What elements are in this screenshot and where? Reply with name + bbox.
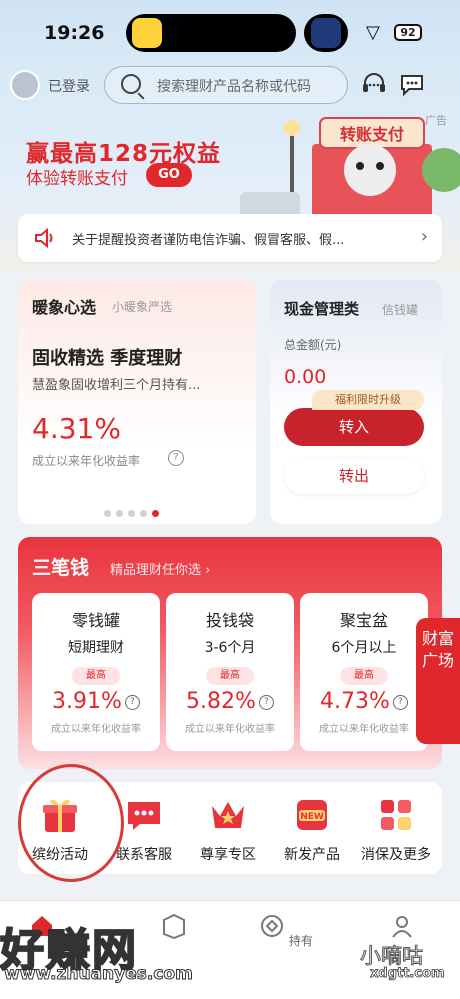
pot-desc: 3-6个月 — [204, 640, 256, 656]
featured-title: 暖象心选 — [32, 298, 97, 317]
holdings-icon — [261, 915, 284, 937]
dynamic-island — [126, 14, 296, 52]
carousel-dot[interactable] — [104, 510, 111, 517]
dynamic-island-right — [304, 14, 348, 52]
carousel-dot-active[interactable] — [152, 510, 159, 517]
pot-rate-label: 成立以来年化收益率 — [51, 724, 141, 735]
pot-name: 零钱罐 — [71, 611, 120, 630]
pot-rate: 3.91% — [52, 689, 122, 714]
help-icon[interactable]: ? — [258, 694, 274, 710]
chevron-right-icon: › — [420, 226, 428, 247]
wallet-icon — [311, 18, 341, 48]
user-icon — [392, 916, 412, 938]
shortcut-new-products[interactable]: NEW 新发产品 — [270, 796, 354, 864]
featured-tag: 小暖象严选 — [112, 300, 173, 314]
featured-rate-label: 成立以来年化收益率 — [32, 454, 141, 468]
watermark-side-url: xdgtt.com — [370, 966, 445, 982]
shortcut-vip[interactable]: 尊享专区 — [186, 796, 270, 864]
cash-total-label: 总金额(元) — [284, 338, 342, 352]
carousel-dot[interactable] — [128, 510, 135, 517]
customer-service-icon[interactable] — [360, 70, 388, 98]
ad-tag: 广告 — [425, 114, 447, 127]
pot-tag: 最高 — [72, 667, 120, 685]
app-icon — [132, 18, 162, 48]
featured-rate: 4.31% — [32, 412, 121, 445]
carousel-dot[interactable] — [116, 510, 123, 517]
shortcut-more[interactable]: 消保及更多 — [354, 796, 438, 864]
shortcut-label: 消保及更多 — [361, 847, 431, 863]
help-icon[interactable]: ? — [124, 694, 140, 710]
search-input[interactable]: 搜索理财产品名称或代码 — [104, 66, 348, 104]
search-placeholder: 搜索理财产品名称或代码 — [157, 79, 311, 95]
chat-icon — [128, 802, 160, 830]
pot-rate-label: 成立以来年化收益率 — [319, 724, 409, 735]
crown-icon — [212, 802, 244, 828]
nav-item-discover[interactable] — [128, 913, 220, 948]
three-pots-section: 三笔钱 精品理财任你选 › 零钱罐 短期理财 最高 3.91%? 成立以来年化收… — [18, 537, 442, 769]
go-button[interactable]: GO — [146, 163, 192, 187]
svg-text:NEW: NEW — [300, 812, 324, 822]
login-status[interactable]: 已登录 — [48, 76, 90, 96]
carousel-dots — [104, 502, 164, 521]
help-icon[interactable]: ? — [392, 694, 408, 710]
help-icon[interactable]: ? — [168, 450, 184, 466]
message-icon[interactable] — [398, 70, 426, 98]
pot-desc: 6个月以上 — [331, 640, 397, 656]
cash-management-card[interactable]: 现金管理类 信钱罐 总金额(元) 0.00 转入 福利限时升级 转出 — [270, 280, 442, 524]
pot-name: 聚宝盆 — [339, 611, 388, 630]
pot-card[interactable]: 投钱袋 3-6个月 最高 5.82%? 成立以来年化收益率 — [166, 593, 294, 751]
featured-product-name: 固收精选 季度理财 — [32, 348, 183, 369]
pot-rate-label: 成立以来年化收益率 — [185, 724, 275, 735]
discover-icon — [163, 913, 185, 940]
avatar[interactable] — [10, 70, 40, 100]
transfer-out-button[interactable]: 转出 — [284, 458, 424, 494]
wealth-plaza-tab[interactable]: 财富广场 — [416, 618, 460, 744]
nav-item-holdings[interactable]: 持有 — [240, 913, 332, 949]
promo-badge: 福利限时升级 — [312, 390, 424, 410]
battery-icon: 92 — [394, 24, 422, 41]
featured-product-desc: 慧盈象固收增利三个月持有... — [32, 378, 201, 393]
pot-card[interactable]: 聚宝盆 6个月以上 最高 4.73%? 成立以来年化收益率 — [300, 593, 428, 751]
pot-rate: 5.82% — [186, 689, 256, 714]
pot-rate: 4.73% — [320, 689, 390, 714]
hand-drawn-circle-annotation — [18, 764, 124, 882]
status-time: 19:26 — [44, 22, 105, 44]
banner-sign-text: 转账支付 — [340, 125, 404, 144]
cash-amount: 0.00 — [284, 366, 327, 388]
pot-tag: 最高 — [340, 667, 388, 685]
cash-title: 现金管理类 — [284, 300, 360, 318]
pot-card[interactable]: 零钱罐 短期理财 最高 3.91%? 成立以来年化收益率 — [32, 593, 160, 751]
grid-icon — [381, 800, 411, 830]
carousel-dot[interactable] — [140, 510, 147, 517]
notice-text: 关于提醒投资者谨防电信诈骗、假冒客服、假... — [72, 233, 345, 248]
three-pots-title: 三笔钱 — [32, 557, 90, 579]
pot-name: 投钱袋 — [205, 611, 254, 630]
watermark-url: www.zhuanyes.com — [4, 964, 194, 985]
new-icon: NEW — [297, 800, 327, 830]
three-pots-subtitle-link[interactable]: 精品理财任你选 › — [110, 559, 210, 578]
cash-tag: 信钱罐 — [382, 303, 419, 317]
transfer-in-button[interactable]: 转入 — [284, 408, 424, 446]
three-pots-subtitle: 精品理财任你选 — [110, 563, 202, 578]
banner-subtitle: 体验转账支付 — [26, 169, 128, 189]
notice-bar[interactable]: 关于提醒投资者谨防电信诈骗、假冒客服、假... › — [18, 214, 442, 262]
search-icon — [121, 74, 141, 94]
banner-title: 赢最高128元权益 — [26, 141, 222, 167]
nav-label: 持有 — [288, 934, 313, 948]
wifi-icon: ▽ — [366, 22, 380, 43]
pot-desc: 短期理财 — [68, 640, 124, 656]
shortcut-label: 尊享专区 — [200, 847, 256, 863]
shortcut-label: 新发产品 — [284, 847, 340, 863]
featured-product-card[interactable]: 暖象心选 小暖象严选 固收精选 季度理财 慧盈象固收增利三个月持有... 4.3… — [18, 280, 256, 524]
speaker-icon — [35, 228, 53, 248]
pot-tag: 最高 — [206, 667, 254, 685]
